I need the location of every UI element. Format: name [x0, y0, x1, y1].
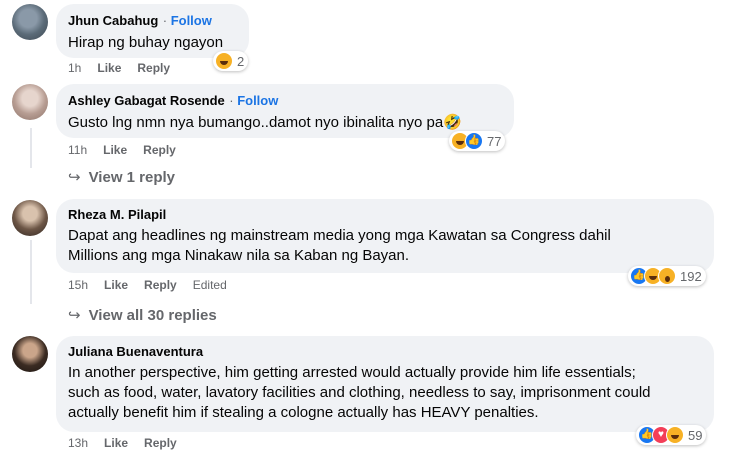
reaction-summary[interactable]: 👍 ♥ 59	[636, 425, 707, 445]
thread-line	[30, 240, 32, 304]
follow-button[interactable]: Follow	[171, 13, 212, 28]
avatar[interactable]	[12, 200, 48, 236]
avatar[interactable]	[12, 4, 48, 40]
reply-arrow-icon: ↪	[68, 169, 81, 186]
comment-text: Hirap ng buhay ngayon	[68, 34, 224, 51]
avatar[interactable]	[12, 84, 48, 120]
view-replies-link[interactable]: ↪ View 1 reply	[68, 168, 176, 187]
comment-actions: 15h Like Reply Edited	[68, 278, 243, 292]
haha-icon	[666, 426, 684, 444]
like-button[interactable]: Like	[104, 278, 128, 292]
reaction-summary[interactable]: 2	[213, 51, 249, 71]
commenter-name[interactable]: Ashley Gabagat Rosende	[68, 93, 225, 108]
haha-icon	[215, 52, 233, 70]
view-replies-label: View 1 reply	[88, 168, 176, 186]
comment-actions: 1h Like Reply	[68, 61, 186, 75]
reaction-summary[interactable]: 👍 192	[628, 266, 706, 286]
thread-line	[30, 128, 32, 168]
reaction-count: 77	[487, 133, 502, 149]
reply-button[interactable]: Reply	[143, 143, 176, 157]
comment-bubble: Jhun Cabahug · Follow Hirap ng buhay nga…	[56, 4, 249, 58]
reaction-summary[interactable]: 👍 77	[449, 131, 506, 151]
reaction-count: 192	[680, 268, 702, 284]
like-button[interactable]: Like	[103, 143, 127, 157]
wow-icon	[658, 267, 676, 285]
like-icon: 👍	[465, 132, 483, 150]
comment-text: In another perspective, him getting arre…	[68, 364, 651, 421]
comment-bubble: Juliana Buenaventura In another perspect…	[56, 336, 714, 432]
comment-bubble: Ashley Gabagat Rosende · Follow Gusto ln…	[56, 84, 514, 138]
comment-time[interactable]: 1h	[68, 61, 81, 75]
comment-time[interactable]: 15h	[68, 278, 88, 292]
view-replies-label: View all 30 replies	[88, 306, 217, 324]
follow-button[interactable]: Follow	[237, 93, 278, 108]
comment-text: Gusto lng nmn nya bumango..damot nyo ibi…	[68, 114, 462, 131]
reply-button[interactable]: Reply	[137, 61, 170, 75]
avatar[interactable]	[12, 336, 48, 372]
comment-actions: 11h Like Reply	[68, 143, 192, 157]
view-replies-link[interactable]: ↪ View all 30 replies	[68, 306, 217, 325]
reaction-count: 59	[688, 427, 703, 443]
reply-button[interactable]: Reply	[144, 278, 177, 292]
comment-bubble: Rheza M. Pilapil Dapat ang headlines ng …	[56, 199, 714, 273]
reply-arrow-icon: ↪	[68, 307, 81, 324]
commenter-name[interactable]: Rheza M. Pilapil	[68, 207, 702, 223]
commenter-name[interactable]: Juliana Buenaventura	[68, 344, 702, 360]
comment-time[interactable]: 11h	[68, 143, 87, 157]
commenter-name[interactable]: Jhun Cabahug	[68, 13, 158, 28]
like-button[interactable]: Like	[97, 61, 121, 75]
reaction-count: 2	[237, 53, 245, 69]
comment-text: Dapat ang headlines ng mainstream media …	[68, 227, 611, 264]
edited-label: Edited	[192, 278, 227, 292]
